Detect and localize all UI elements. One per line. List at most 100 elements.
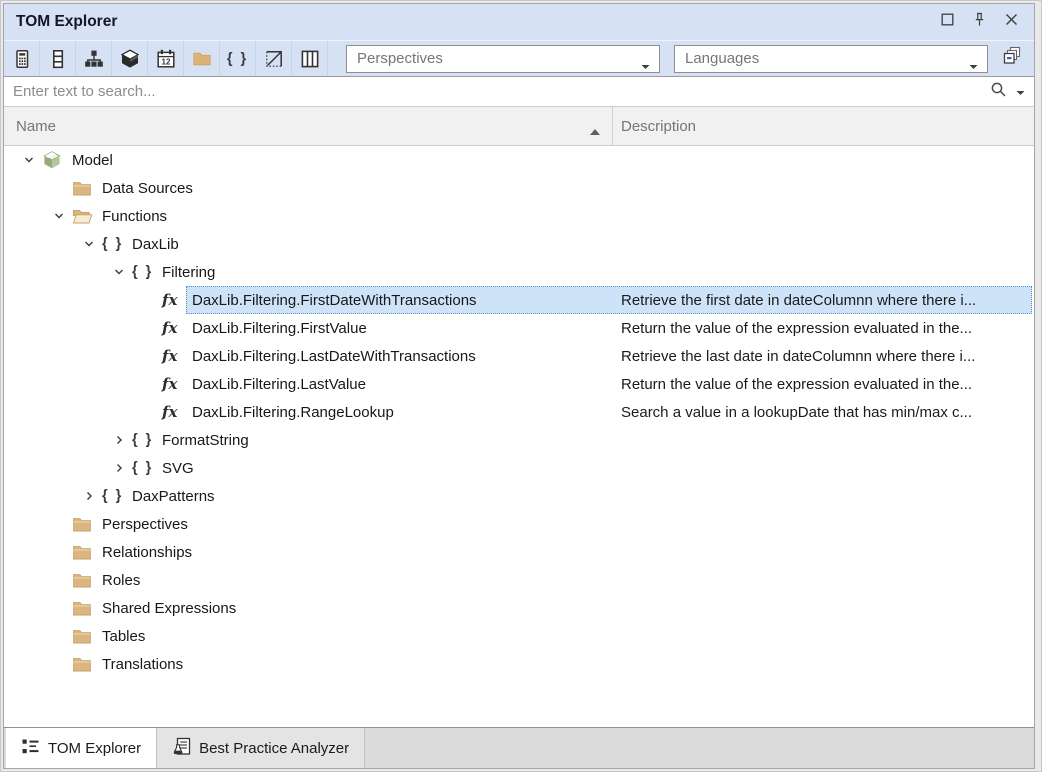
- braces-button[interactable]: { }: [220, 41, 256, 76]
- fx-icon: fx: [162, 375, 190, 393]
- languages-dropdown-label: Languages: [685, 50, 759, 67]
- columns-icon: [300, 49, 320, 69]
- tree-row[interactable]: { }SVG: [4, 454, 1034, 482]
- chevron-down-icon[interactable]: [16, 154, 42, 166]
- calculator-icon: [12, 49, 32, 69]
- calendar-button[interactable]: 12: [148, 41, 184, 76]
- tree-item-label: Perspectives: [100, 514, 193, 535]
- tree-row[interactable]: { }Filtering: [4, 258, 1034, 286]
- tree-item-description: Retrieve the last date in dateColumnn wh…: [621, 342, 1032, 370]
- tree-item-label: Translations: [100, 654, 188, 675]
- hierarchy-icon: [84, 49, 104, 69]
- search-input[interactable]: [4, 83, 990, 100]
- folder-closed-icon: [72, 572, 100, 589]
- tree-item-label: FormatString: [160, 430, 254, 451]
- tree-row[interactable]: Tables: [4, 622, 1034, 650]
- column-header-name[interactable]: Name: [4, 107, 613, 145]
- window-frame: TOM Explorer 12 { } Perspectives Language…: [0, 0, 1042, 772]
- tree-item-label: DaxLib.Filtering.LastValue: [190, 374, 371, 395]
- calculator-button[interactable]: [4, 41, 40, 76]
- tree-row[interactable]: fxDaxLib.Filtering.FirstDateWithTransact…: [4, 286, 1034, 314]
- folder-closed-icon: [72, 628, 100, 645]
- chevron-down-icon[interactable]: [76, 238, 102, 250]
- table-button[interactable]: [40, 41, 76, 76]
- tree-item-label: DaxLib.Filtering.FirstValue: [190, 318, 372, 339]
- perspectives-dropdown[interactable]: Perspectives: [346, 45, 660, 73]
- tree-row[interactable]: fxDaxLib.Filtering.LastDateWithTransacti…: [4, 342, 1034, 370]
- folder-closed-icon: [72, 180, 100, 197]
- cascade-windows-button[interactable]: [999, 46, 1025, 72]
- tree-row[interactable]: Perspectives: [4, 510, 1034, 538]
- close-button[interactable]: [1000, 11, 1022, 33]
- maximize-button[interactable]: [936, 11, 958, 33]
- tree-row[interactable]: fxDaxLib.Filtering.LastValue Return the v…: [4, 370, 1034, 398]
- tree-row[interactable]: Shared Expressions: [4, 594, 1034, 622]
- tree-row[interactable]: fxDaxLib.Filtering.RangeLookupSearch a v…: [4, 398, 1034, 426]
- tree-item-label: Tables: [100, 626, 150, 647]
- tree-item-label: Filtering: [160, 262, 220, 283]
- chevron-down-icon[interactable]: [106, 266, 132, 278]
- toolbar: 12 { } Perspectives Languages: [4, 40, 1034, 77]
- perspectives-dropdown-label: Perspectives: [357, 50, 443, 67]
- tab-label: Best Practice Analyzer: [199, 740, 349, 757]
- tree-row[interactable]: { }FormatString: [4, 426, 1034, 454]
- chevron-down-icon[interactable]: [46, 210, 72, 222]
- tree-row[interactable]: Relationships: [4, 538, 1034, 566]
- fx-icon: fx: [162, 347, 190, 365]
- tree-row[interactable]: Model: [4, 146, 1034, 174]
- hierarchy-button[interactable]: [76, 41, 112, 76]
- magnifier-icon[interactable]: [990, 81, 1007, 103]
- description-column-label: Description: [621, 118, 696, 135]
- folder-closed-icon: [72, 544, 100, 561]
- pin-icon: [972, 12, 987, 32]
- analyzer-icon: [172, 737, 191, 760]
- bottom-tab-strip: TOM Explorer Best Practice Analyzer: [4, 727, 1034, 768]
- search-options-caret-icon[interactable]: [1016, 83, 1025, 101]
- tree-item-label: DaxPatterns: [130, 486, 220, 507]
- braces-icon: { }: [132, 432, 160, 448]
- tree-item-description: Retrieve the first date in dateColumnn w…: [621, 286, 1032, 314]
- tree-item-label: DaxLib: [130, 234, 184, 255]
- folder-icon: [192, 49, 212, 69]
- tree-row[interactable]: Data Sources: [4, 174, 1034, 202]
- folder-button[interactable]: [184, 41, 220, 76]
- tab-best-practice-analyzer[interactable]: Best Practice Analyzer: [157, 728, 365, 768]
- diagonal-partition-icon: [264, 49, 284, 69]
- tree-item-description: Return the value of the expression evalu…: [621, 314, 1032, 342]
- pin-button[interactable]: [968, 11, 990, 33]
- tree-item-description: Search a value in a lookupDate that has …: [621, 398, 1032, 426]
- tree-item-label: Functions: [100, 206, 172, 227]
- folder-closed-icon: [72, 516, 100, 533]
- chevron-right-icon[interactable]: [106, 434, 132, 446]
- tree-item-label: Relationships: [100, 542, 197, 563]
- diagonal-partition-button[interactable]: [256, 41, 292, 76]
- name-column-label: Name: [16, 118, 56, 135]
- chevron-right-icon[interactable]: [106, 462, 132, 474]
- caret-down-icon: [641, 57, 650, 74]
- cascade-windows-icon: [1002, 46, 1022, 71]
- tree-item-label: DaxLib.Filtering.LastDateWithTransaction…: [190, 346, 481, 367]
- braces-icon: { }: [102, 488, 130, 504]
- tree-row[interactable]: Roles: [4, 566, 1034, 594]
- tree-row[interactable]: Functions: [4, 202, 1034, 230]
- window-controls: [936, 11, 1022, 33]
- cube-button[interactable]: [112, 41, 148, 76]
- tree-row[interactable]: Translations: [4, 650, 1034, 678]
- columns-button[interactable]: [292, 41, 328, 76]
- tree-item-label: Data Sources: [100, 178, 198, 199]
- tree-row[interactable]: { }DaxLib: [4, 230, 1034, 258]
- column-header-description[interactable]: Description: [613, 107, 696, 145]
- folder-closed-icon: [72, 600, 100, 617]
- tree-row[interactable]: { }DaxPatterns: [4, 482, 1034, 510]
- tree-list-icon: [21, 737, 40, 760]
- svg-text:12: 12: [161, 57, 170, 66]
- tree: ModelData SourcesFunctions{ }DaxLib{ }Fi…: [4, 146, 1034, 727]
- fx-icon: fx: [162, 319, 190, 337]
- tab-tom-explorer[interactable]: TOM Explorer: [6, 728, 157, 768]
- table-icon: [48, 49, 68, 69]
- chevron-right-icon[interactable]: [76, 490, 102, 502]
- tree-item-description: Return the value of the expression evalu…: [621, 370, 1032, 398]
- languages-dropdown[interactable]: Languages: [674, 45, 988, 73]
- braces-icon: { }: [132, 264, 160, 280]
- tree-row[interactable]: fxDaxLib.Filtering.FirstValue Return the …: [4, 314, 1034, 342]
